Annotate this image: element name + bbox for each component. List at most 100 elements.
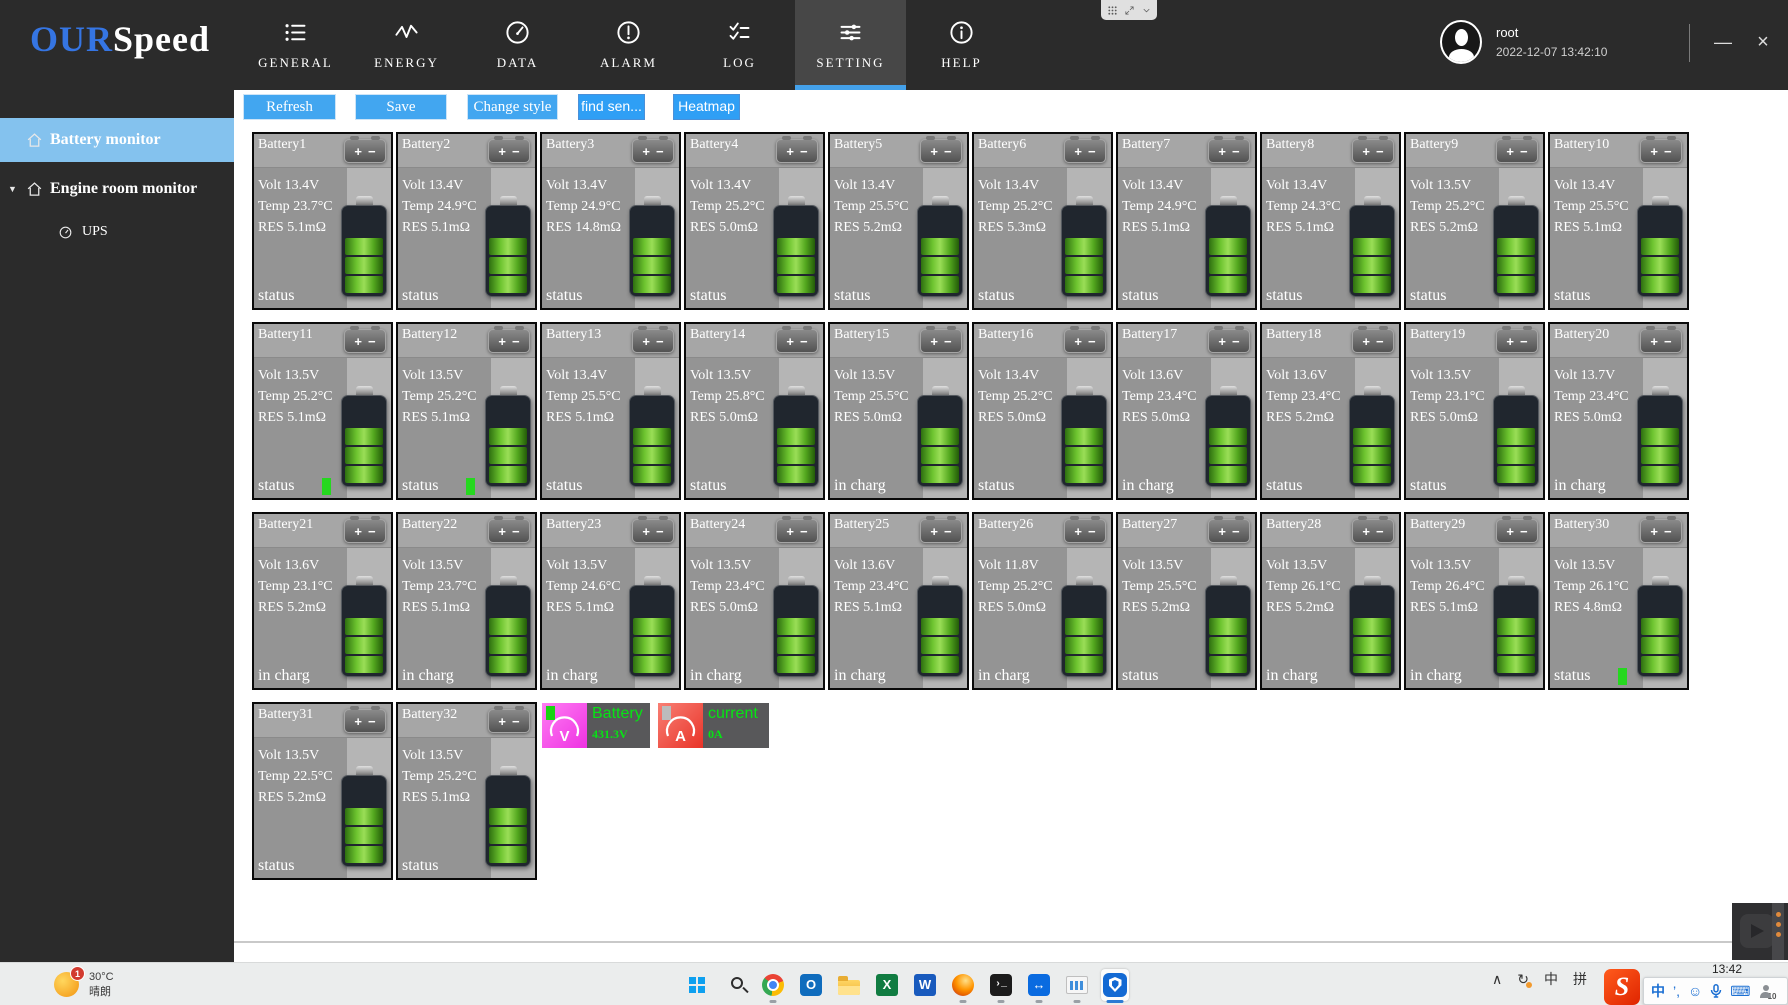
battery-card-battery25[interactable]: Battery25 +− Volt 13.6V Temp 23.4°C RES … xyxy=(828,512,969,690)
temp-reading: Temp 24.9°C xyxy=(1122,196,1216,217)
heatmap-button[interactable]: Heatmap xyxy=(673,94,740,120)
taskbar-monitor-button[interactable] xyxy=(1063,969,1091,1001)
battery-card-battery10[interactable]: Battery10 +− Volt 13.4V Temp 25.5°C RES … xyxy=(1548,132,1689,310)
battery-card-battery9[interactable]: Battery9 +− Volt 13.5V Temp 25.2°C RES 5… xyxy=(1404,132,1545,310)
pack-current-widget[interactable]: A current 0A xyxy=(658,703,769,748)
tab-help[interactable]: HELP xyxy=(906,0,1017,90)
taskbar-clock[interactable]: 13:42 xyxy=(1712,962,1742,976)
taskbar-search-button[interactable] xyxy=(721,969,749,1001)
minimize-button[interactable]: — xyxy=(1708,28,1738,56)
battery-card-battery15[interactable]: Battery15 +− Volt 13.5V Temp 25.5°C RES … xyxy=(828,322,969,500)
tab-general[interactable]: GENERAL xyxy=(240,0,351,90)
res-reading: RES 5.1mΩ xyxy=(402,787,496,808)
battery-readings: Volt 13.4V Temp 23.7°C RES 5.1mΩ xyxy=(258,175,352,238)
res-reading: RES 5.0mΩ xyxy=(690,597,784,618)
taskbar-start-button[interactable] xyxy=(683,969,711,1001)
microphone-icon[interactable] xyxy=(1710,984,1722,998)
battery-status: status xyxy=(402,287,438,305)
sidebar-item-ups[interactable]: UPS xyxy=(0,221,234,243)
battery-card-battery32[interactable]: Battery32 +− Volt 13.5V Temp 25.2°C RES … xyxy=(396,702,537,880)
close-button[interactable]: × xyxy=(1748,28,1778,56)
battery-card-battery17[interactable]: Battery17 +− Volt 13.6V Temp 23.4°C RES … xyxy=(1116,322,1257,500)
ime-pinyin-indicator[interactable]: 拼 xyxy=(1573,969,1587,989)
ime-punctuation[interactable]: ’, xyxy=(1673,984,1680,998)
tab-data[interactable]: DATA xyxy=(462,0,573,90)
ime-emoji-icon[interactable]: ☺ xyxy=(1688,984,1702,998)
battery-card-battery26[interactable]: Battery26 +− Volt 11.8V Temp 25.2°C RES … xyxy=(972,512,1113,690)
weather-widget[interactable]: 1 30°C 晴朗 xyxy=(54,967,114,1000)
firefox-icon xyxy=(952,974,974,996)
save-button[interactable]: Save xyxy=(355,94,447,120)
tab-log[interactable]: LOG xyxy=(684,0,795,90)
battery-card-battery3[interactable]: Battery3 +− Volt 13.4V Temp 24.9°C RES 1… xyxy=(540,132,681,310)
battery-level-icon xyxy=(773,196,819,297)
taskbar-word-button[interactable]: W xyxy=(911,969,939,1001)
taskbar-teamviewer-button[interactable]: ↔ xyxy=(1025,969,1053,1001)
battery-card-battery11[interactable]: Battery11 +− Volt 13.5V Temp 25.2°C RES … xyxy=(252,322,393,500)
battery-card-battery12[interactable]: Battery12 +− Volt 13.5V Temp 25.2°C RES … xyxy=(396,322,537,500)
battery-card-battery14[interactable]: Battery14 +− Volt 13.5V Temp 25.8°C RES … xyxy=(684,322,825,500)
battery-level-icon xyxy=(773,386,819,487)
taskbar-outlook-button[interactable]: O xyxy=(797,969,825,1001)
battery-card-battery5[interactable]: Battery5 +− Volt 13.4V Temp 25.5°C RES 5… xyxy=(828,132,969,310)
find-sensor-button[interactable]: find sen... xyxy=(578,94,645,120)
keyboard-icon[interactable]: ⌨ xyxy=(1730,984,1750,998)
battery-card-battery24[interactable]: Battery24 +− Volt 13.5V Temp 23.4°C RES … xyxy=(684,512,825,690)
tab-alarm[interactable]: ALARM xyxy=(573,0,684,90)
grid-dots-icon[interactable] xyxy=(1107,5,1118,16)
battery-card-battery30[interactable]: Battery30 +− Volt 13.5V Temp 26.1°C RES … xyxy=(1548,512,1689,690)
battery-card-battery1[interactable]: Battery1 +− Volt 13.4V Temp 23.7°C RES 5… xyxy=(252,132,393,310)
battery-card-battery31[interactable]: Battery31 +− Volt 13.5V Temp 22.5°C RES … xyxy=(252,702,393,880)
pack-voltage-widget[interactable]: V Battery 431.3V xyxy=(542,703,650,748)
info-circle-icon xyxy=(948,19,975,46)
floating-corner-widget[interactable] xyxy=(1732,903,1788,960)
taskbar-chrome-button[interactable] xyxy=(759,969,787,1001)
taskbar-explorer-button[interactable] xyxy=(835,969,863,1001)
battery-card-battery4[interactable]: Battery4 +− Volt 13.4V Temp 25.2°C RES 5… xyxy=(684,132,825,310)
battery-card-battery7[interactable]: Battery7 +− Volt 13.4V Temp 24.9°C RES 5… xyxy=(1116,132,1257,310)
sidebar-item-engine-room-monitor[interactable]: ▼ Engine room monitor xyxy=(0,175,234,203)
taskbar-bms-button[interactable] xyxy=(1101,969,1129,1001)
user-count-icon[interactable]: 10 xyxy=(1759,985,1772,998)
avatar[interactable] xyxy=(1440,20,1482,64)
battery-name: Battery21 xyxy=(258,517,313,533)
battery-status: status xyxy=(402,857,438,875)
battery-card-battery22[interactable]: Battery22 +− Volt 13.5V Temp 23.7°C RES … xyxy=(396,512,537,690)
chevron-down-icon[interactable] xyxy=(1141,5,1152,16)
ime-language-indicator[interactable]: 中 xyxy=(1544,969,1558,989)
widget-menu-dots[interactable] xyxy=(1772,903,1784,960)
battery-card-battery27[interactable]: Battery27 +− Volt 13.5V Temp 25.5°C RES … xyxy=(1116,512,1257,690)
tray-sync-icon[interactable]: ↻ xyxy=(1517,971,1529,988)
taskbar-terminal-button[interactable]: ›_ xyxy=(987,969,1015,1001)
change-style-button[interactable]: Change style xyxy=(467,94,558,120)
battery-card-battery16[interactable]: Battery16 +− Volt 13.4V Temp 25.2°C RES … xyxy=(972,322,1113,500)
battery-card-battery21[interactable]: Battery21 +− Volt 13.6V Temp 23.1°C RES … xyxy=(252,512,393,690)
battery-card-battery20[interactable]: Battery20 +− Volt 13.7V Temp 23.4°C RES … xyxy=(1548,322,1689,500)
tray-chevron-up-icon[interactable]: ∧ xyxy=(1492,971,1502,988)
battery-card-battery2[interactable]: Battery2 +− Volt 13.4V Temp 24.9°C RES 5… xyxy=(396,132,537,310)
battery-level-icon xyxy=(1637,576,1683,677)
refresh-button[interactable]: Refresh xyxy=(243,94,336,120)
expand-icon[interactable] xyxy=(1124,5,1135,16)
battery-card-battery6[interactable]: Battery6 +− Volt 13.4V Temp 25.2°C RES 5… xyxy=(972,132,1113,310)
battery-level-icon xyxy=(1061,386,1107,487)
sidebar-item-label: Engine room monitor xyxy=(50,180,197,198)
sidebar-item-battery-monitor[interactable]: Battery monitor xyxy=(0,118,234,162)
battery-card-battery18[interactable]: Battery18 +− Volt 13.6V Temp 23.4°C RES … xyxy=(1260,322,1401,500)
temp-reading: Temp 25.8°C xyxy=(690,386,784,407)
tab-setting[interactable]: SETTING xyxy=(795,0,906,90)
sogou-ime-logo[interactable]: S xyxy=(1604,969,1640,1005)
ime-chinese-mode[interactable]: 中 xyxy=(1651,984,1665,998)
battery-card-battery13[interactable]: Battery13 +− Volt 13.4V Temp 25.5°C RES … xyxy=(540,322,681,500)
battery-card-battery23[interactable]: Battery23 +− Volt 13.5V Temp 24.6°C RES … xyxy=(540,512,681,690)
tab-energy[interactable]: ENERGY xyxy=(351,0,462,90)
battery-card-battery8[interactable]: Battery8 +− Volt 13.4V Temp 24.3°C RES 5… xyxy=(1260,132,1401,310)
temp-reading: Temp 23.1°C xyxy=(1410,386,1504,407)
battery-card-battery29[interactable]: Battery29 +− Volt 13.5V Temp 26.4°C RES … xyxy=(1404,512,1545,690)
battery-readings: Volt 13.5V Temp 26.4°C RES 5.1mΩ xyxy=(1410,555,1504,618)
battery-card-battery28[interactable]: Battery28 +− Volt 13.5V Temp 26.1°C RES … xyxy=(1260,512,1401,690)
taskbar-firefox-button[interactable] xyxy=(949,969,977,1001)
expander-icon[interactable]: ▼ xyxy=(8,184,17,194)
taskbar-excel-button[interactable]: X xyxy=(873,969,901,1001)
battery-card-battery19[interactable]: Battery19 +− Volt 13.5V Temp 23.1°C RES … xyxy=(1404,322,1545,500)
